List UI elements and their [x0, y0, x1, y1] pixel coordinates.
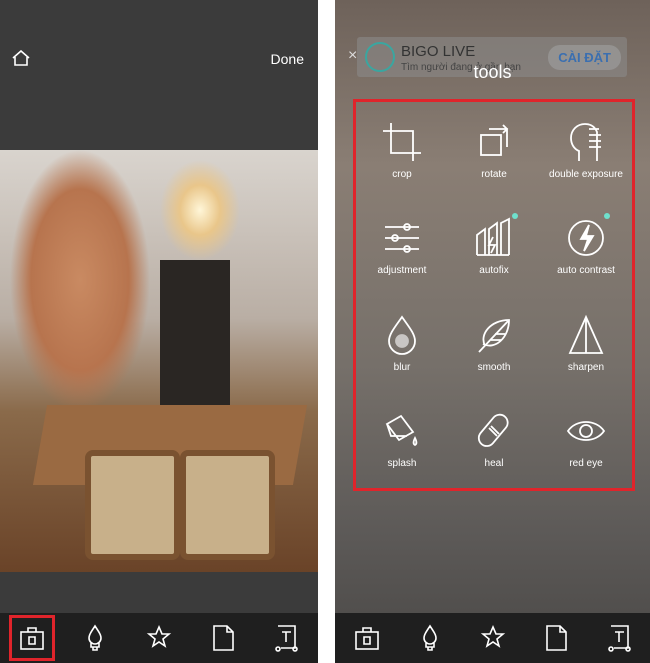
effects-star-icon — [146, 624, 172, 648]
brush-icon — [88, 624, 103, 651]
text-icon — [607, 625, 631, 652]
text-icon — [275, 625, 298, 652]
tab-effects[interactable] — [139, 618, 179, 658]
tools-panel: × BIGO LIVE Tìm người đang ở gần bạn CÀI… — [335, 0, 650, 663]
tool-label: smooth — [477, 361, 511, 373]
tool-label: crop — [392, 168, 412, 180]
sliders-icon — [385, 223, 419, 254]
tool-adjustment[interactable]: adjustment — [356, 199, 448, 296]
tool-blur[interactable]: blur — [356, 295, 448, 392]
double-exposure-icon — [570, 122, 601, 161]
tab-stickers[interactable] — [536, 618, 576, 658]
tool-crop[interactable]: crop — [356, 102, 448, 199]
tool-label: sharpen — [567, 361, 605, 373]
tab-text[interactable] — [599, 618, 639, 658]
tools-icon — [354, 627, 379, 650]
tool-autofix[interactable]: autofix — [448, 199, 540, 296]
home-icon[interactable] — [12, 49, 30, 69]
done-button[interactable]: Done — [271, 51, 304, 67]
tool-label: rotate — [481, 168, 507, 180]
tab-effects[interactable] — [473, 618, 513, 658]
auto-contrast-icon — [568, 220, 604, 257]
tool-red-eye[interactable]: red eye — [540, 392, 632, 489]
tab-tools[interactable] — [347, 618, 387, 658]
bandage-icon — [477, 414, 509, 448]
brush-icon — [422, 624, 437, 651]
tool-label: heal — [484, 458, 504, 470]
crop-icon — [383, 122, 421, 161]
tool-rotate[interactable]: rotate — [448, 102, 540, 199]
sticker-page-icon — [545, 625, 567, 651]
panel-title: tools — [473, 62, 512, 82]
tab-stickers[interactable] — [203, 618, 243, 658]
tab-brush[interactable] — [75, 618, 115, 658]
new-indicator — [512, 212, 518, 219]
sticker-page-icon — [212, 625, 234, 651]
editor-panel: Done — [0, 0, 318, 663]
feather-icon — [478, 318, 510, 353]
tool-label: adjustment — [377, 265, 427, 277]
eye-icon — [566, 421, 606, 442]
tool-heal[interactable]: heal — [448, 392, 540, 489]
ad-title: BIGO LIVE — [401, 43, 476, 60]
tool-label: red eye — [569, 458, 603, 470]
tool-label: splash — [387, 458, 417, 470]
tools-grid: crop rotate double exposure adjustment autof… — [353, 99, 635, 491]
tool-double-exposure[interactable]: double exposure — [540, 102, 632, 199]
tool-smooth[interactable]: smooth — [448, 295, 540, 392]
effects-star-icon — [480, 624, 505, 648]
photo-canvas[interactable] — [0, 150, 318, 572]
triangle-icon — [568, 314, 604, 354]
autofix-icon — [476, 217, 510, 257]
tab-tools[interactable] — [8, 615, 55, 661]
tool-label: blur — [393, 361, 411, 373]
tool-label: auto contrast — [557, 265, 615, 277]
tool-label: autofix — [479, 265, 509, 277]
rotate-icon — [480, 124, 509, 156]
tab-brush[interactable] — [410, 618, 450, 658]
tool-label: double exposure — [549, 168, 623, 180]
tool-auto-contrast[interactable]: auto contrast — [540, 199, 632, 296]
new-indicator — [604, 212, 610, 219]
paint-bucket-icon — [385, 415, 418, 447]
bottom-toolbar — [335, 613, 650, 663]
blur-drop-icon — [388, 315, 416, 355]
tool-splash[interactable]: splash — [356, 392, 448, 489]
tab-text[interactable] — [266, 618, 306, 658]
tool-sharpen[interactable]: sharpen — [540, 295, 632, 392]
bottom-toolbar — [0, 613, 318, 663]
